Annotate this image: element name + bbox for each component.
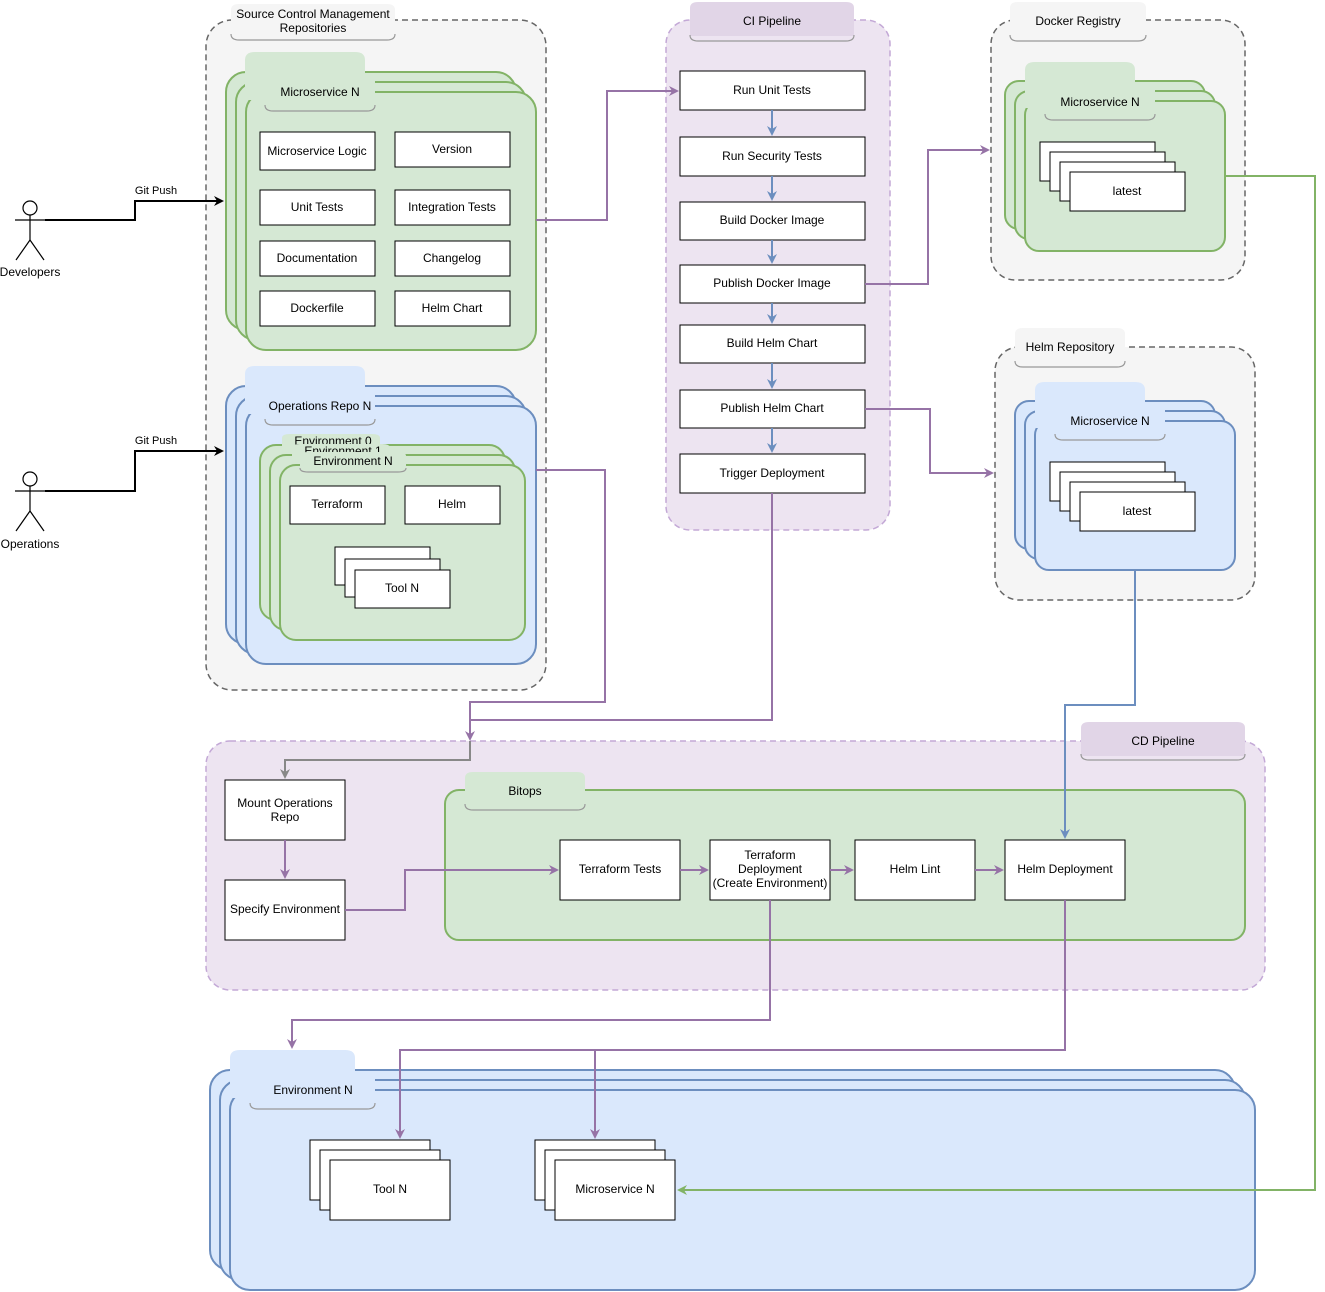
developers-label: Developers [0,265,60,279]
docker-tag-latest: latest [1113,184,1142,198]
cd-step-mount-operations-repo[interactable]: Mount Operations Repo [224,779,346,841]
helm-microservice-title: Microservice N [1070,414,1149,428]
operations-label: Operations [1,537,60,551]
edge-repo-to-ci [536,86,679,221]
deployed-tool-stack[interactable]: Tool N [309,1139,451,1221]
operations-repo-title: Operations Repo N [269,399,372,413]
deployed-environment-title: Environment N [273,1083,352,1097]
ci-pipeline-group: CI Pipeline Run Unit Tests Run Security … [665,2,891,531]
svg-text:Mount Operations: Mount Operations [237,796,332,810]
scm-group: Source Control Management Repositories M… [205,4,547,691]
ci-step-publish-docker-image[interactable]: Publish Docker Image [679,264,866,304]
ci-step-run-security-tests[interactable]: Run Security Tests [679,136,866,177]
ci-step-run-unit-tests[interactable]: Run Unit Tests [679,70,866,111]
actor-developers[interactable]: Developers [0,200,60,279]
repo-item-unit-tests[interactable]: Unit Tests [259,189,376,226]
repo-item-version[interactable]: Version [394,131,511,168]
svg-text:Repo: Repo [271,810,300,824]
ci-step-build-docker-image[interactable]: Build Docker Image [679,201,866,241]
svg-text:Run Security Tests: Run Security Tests [722,149,822,163]
ci-step-trigger-deployment[interactable]: Trigger Deployment [679,453,866,494]
ci-step-publish-helm-chart[interactable]: Publish Helm Chart [679,389,866,429]
git-push-label: Git Push [135,185,177,197]
svg-text:Dockerfile: Dockerfile [290,301,344,315]
docker-registry-group: Docker Registry Microservice N latest [990,2,1246,281]
svg-text:Terraform: Terraform [744,848,795,862]
actor-operations[interactable]: Operations [1,471,60,551]
bitops-title: Bitops [508,784,541,798]
env-item-terraform[interactable]: Terraform [289,485,386,525]
svg-text:Version: Version [432,142,472,156]
helm-tag-latest: latest [1123,504,1152,518]
bitops-step-helm-deployment[interactable]: Helm Deployment [1004,839,1126,901]
helm-repository-group: Helm Repository Microservice N latest [994,328,1256,601]
svg-text:Integration Tests: Integration Tests [408,200,496,214]
svg-text:Helm Chart: Helm Chart [422,301,483,315]
bitops-step-terraform-tests[interactable]: Terraform Tests [559,839,681,901]
svg-text:Tool N: Tool N [373,1182,407,1196]
svg-text:Microservice N: Microservice N [575,1182,654,1196]
svg-text:Build Docker Image: Build Docker Image [720,213,825,227]
deployed-microservice-stack[interactable]: Microservice N [534,1139,676,1221]
microservice-repo-title: Microservice N [280,85,359,99]
docker-registry-title: Docker Registry [1035,14,1120,28]
repo-item-integration-tests[interactable]: Integration Tests [394,189,511,226]
svg-text:Microservice Logic: Microservice Logic [267,144,366,158]
svg-text:Run Unit Tests: Run Unit Tests [733,83,811,97]
svg-text:Publish Docker Image: Publish Docker Image [713,276,831,290]
cd-pipeline-title: CD Pipeline [1131,734,1195,748]
cd-pipeline-group: CD Pipeline Mount Operations Repo Specif… [205,722,1266,991]
repo-item-microservice-logic[interactable]: Microservice Logic [259,131,376,171]
docker-image-tag-stack[interactable]: latest [1039,141,1186,212]
svg-text:Helm: Helm [438,497,466,511]
svg-text:Changelog: Changelog [423,251,481,265]
svg-text:Build Helm Chart: Build Helm Chart [727,336,818,350]
helm-repository-title: Helm Repository [1026,340,1115,354]
svg-text:Terraform Tests: Terraform Tests [579,862,661,876]
svg-text:Terraform: Terraform [311,497,362,511]
edge-git-push-operations: Git Push [45,435,224,492]
architecture-diagram: Source Control Management Repositories M… [0,2,1316,1291]
svg-text:Trigger Deployment: Trigger Deployment [720,466,826,480]
scm-title-tab: Source Control Management Repositories [230,4,396,41]
bitops-step-terraform-deployment[interactable]: Terraform Deployment (Create Environment… [709,839,831,901]
env-item-helm[interactable]: Helm [404,485,501,525]
svg-text:Helm Lint: Helm Lint [890,862,941,876]
docker-microservice-title: Microservice N [1060,95,1139,109]
environment-stack[interactable]: Environment 0 Environment 1 Environment … [259,434,526,641]
edge-git-push-developers: Git Push [45,185,224,221]
bitops-step-helm-lint[interactable]: Helm Lint [854,839,976,901]
scm-title: Source Control Management [236,7,390,21]
scm-title-line2: Repositories [280,21,347,35]
svg-text:Helm Deployment: Helm Deployment [1017,862,1113,876]
svg-text:Publish Helm Chart: Publish Helm Chart [720,401,824,415]
person-icon [15,200,45,261]
svg-text:Unit Tests: Unit Tests [291,200,343,214]
svg-text:Documentation: Documentation [277,251,358,265]
person-icon [15,471,45,532]
repo-item-documentation[interactable]: Documentation [259,240,376,277]
repo-item-helm-chart[interactable]: Helm Chart [394,290,511,327]
svg-text:Tool N: Tool N [385,581,419,595]
helm-chart-tag-stack[interactable]: latest [1049,461,1196,532]
ci-pipeline-title: CI Pipeline [743,14,801,28]
ci-step-build-helm-chart[interactable]: Build Helm Chart [679,324,866,364]
git-push-label: Git Push [135,435,177,447]
repo-item-changelog[interactable]: Changelog [394,240,511,277]
svg-text:(Create Environment): (Create Environment) [713,876,828,890]
svg-text:Specify Environment: Specify Environment [230,902,341,916]
svg-text:Deployment: Deployment [738,862,803,876]
environment-n-title: Environment N [313,454,392,468]
cd-step-specify-environment[interactable]: Specify Environment [224,879,346,941]
repo-item-dockerfile[interactable]: Dockerfile [259,290,376,327]
